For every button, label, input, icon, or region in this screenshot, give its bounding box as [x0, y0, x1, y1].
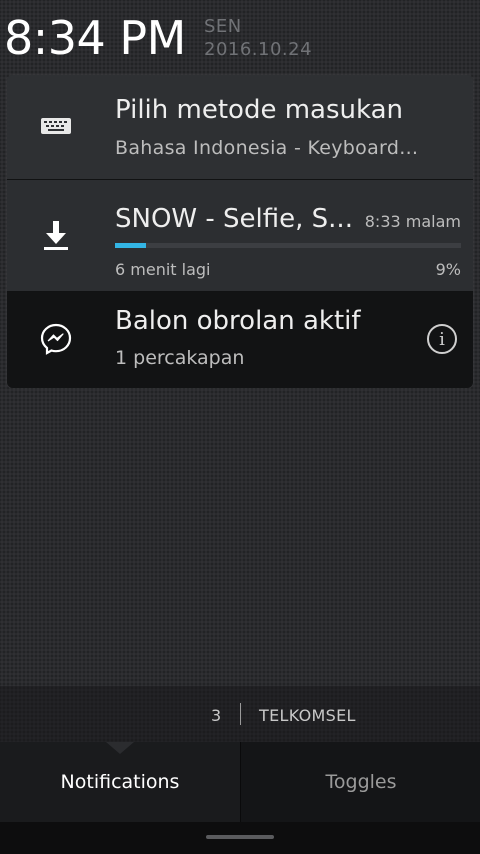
download-percent: 9%: [435, 260, 461, 279]
notification-subtitle: 1 percakapan: [115, 347, 245, 369]
keyboard-icon: [33, 103, 79, 149]
notification-input-method[interactable]: Pilih metode masukan Bahasa Indonesia - …: [7, 75, 473, 180]
drag-handle[interactable]: [206, 835, 274, 839]
notification-subtitle: Bahasa Indonesia - Keyboard…: [115, 137, 419, 159]
active-tab-pointer: [106, 742, 134, 754]
notification-chat-heads[interactable]: Balon obrolan aktif 1 percakapan i: [7, 292, 473, 388]
weekday-label: SEN: [204, 16, 242, 37]
carrier-name: TELKOMSEL: [259, 706, 356, 725]
date-label: 2016.10.24: [204, 39, 313, 60]
drag-handle-area[interactable]: [0, 822, 480, 854]
info-icon[interactable]: i: [427, 324, 457, 354]
notification-download[interactable]: SNOW - Selfie, S... 8:33 malam 6 menit l…: [7, 180, 473, 292]
notification-count: 3: [211, 706, 222, 725]
notification-title: Balon obrolan aktif: [115, 306, 361, 336]
notification-title: SNOW - Selfie, S...: [115, 204, 353, 234]
download-icon: [33, 212, 79, 258]
status-header: 8:34 PM SEN 2016.10.24: [0, 0, 480, 70]
download-eta: 6 menit lagi: [115, 260, 211, 279]
panel-tabs: Notifications Toggles: [0, 742, 480, 822]
notification-list: Pilih metode masukan Bahasa Indonesia - …: [7, 75, 473, 388]
notification-time: 8:33 malam: [364, 212, 461, 231]
download-progress-fill: [115, 243, 147, 248]
carrier-divider: [240, 703, 241, 725]
carrier-bar: 3 TELKOMSEL: [0, 686, 480, 742]
clock-time: 8:34 PM: [4, 11, 186, 65]
download-progress-bar: [115, 243, 461, 248]
tab-notifications[interactable]: Notifications: [0, 742, 240, 822]
notification-title: Pilih metode masukan: [115, 95, 404, 125]
messenger-icon: [33, 316, 79, 362]
tab-toggles[interactable]: Toggles: [240, 742, 480, 822]
